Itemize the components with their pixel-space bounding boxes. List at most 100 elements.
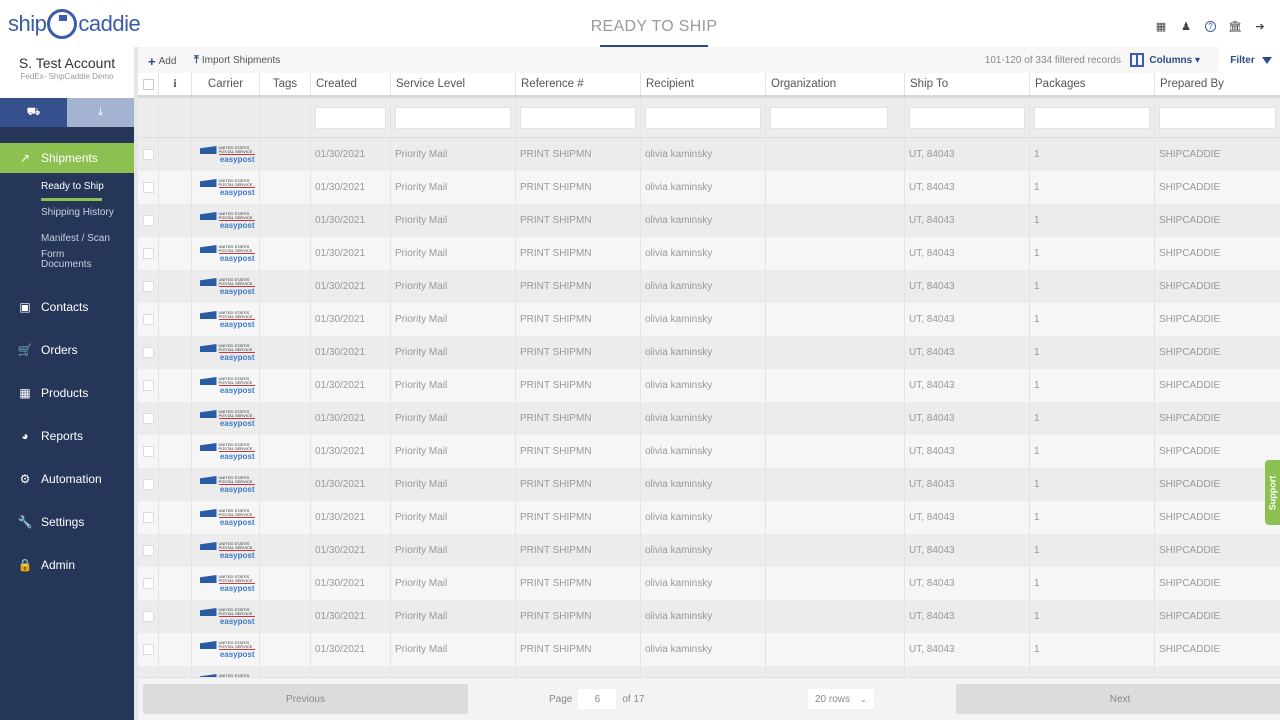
sidebar-item-reports[interactable]: ◕ Reports [0, 414, 134, 457]
usps-easypost-logo: UNITED STATESPOSTAL SERVICE easypost [197, 541, 255, 560]
row-checkbox[interactable] [142, 512, 154, 523]
sidebar-item-contacts[interactable]: ▣ Contacts [0, 285, 134, 328]
add-button[interactable]: + Add [148, 54, 176, 69]
table-row[interactable]: UNITED STATESPOSTAL SERVICE easypost 01/… [138, 435, 1280, 468]
help-icon[interactable]: ? [1205, 20, 1216, 32]
recipient-cell: olivia kaminsky [641, 336, 766, 369]
calculator-icon[interactable]: ▦ [1155, 20, 1167, 33]
filter-created-input[interactable] [315, 106, 386, 129]
table-row[interactable]: UNITED STATESPOSTAL SERVICE easypost 01/… [138, 336, 1280, 369]
row-checkbox[interactable] [142, 446, 154, 457]
created-cell: 01/30/2021 [311, 600, 391, 633]
submenu-ready-to-ship[interactable]: Ready to Ship [41, 179, 134, 205]
filter-button[interactable]: Filter [1218, 47, 1280, 73]
reference-cell: PRINT SHIPMN [516, 270, 641, 303]
usps-eagle-icon [199, 641, 217, 649]
header-prepared-by[interactable]: Prepared By [1155, 73, 1280, 95]
table-row[interactable]: UNITED STATESPOSTAL SERVICE easypost 01/… [138, 600, 1280, 633]
user-icon[interactable]: ♟ [1180, 20, 1192, 33]
table-row[interactable]: UNITED STATESPOSTAL SERVICE easypost 01/… [138, 171, 1280, 204]
table-row[interactable]: UNITED STATESPOSTAL SERVICE easypost 01/… [138, 534, 1280, 567]
row-checkbox[interactable] [142, 413, 154, 424]
support-label: Support [1267, 475, 1278, 510]
table-row[interactable]: UNITED STATESPOSTAL SERVICE easypost 01/… [138, 369, 1280, 402]
row-checkbox[interactable] [142, 182, 154, 193]
header-organization[interactable]: Organization [766, 73, 905, 95]
page-title: READY TO SHIP [590, 18, 718, 35]
select-all-checkbox[interactable] [142, 78, 154, 90]
row-info-cell [159, 171, 192, 204]
table-row[interactable]: UNITED STATESPOSTAL SERVICE easypost 01/… [138, 633, 1280, 666]
page-number-input[interactable]: 6 [578, 689, 617, 709]
tags-cell [260, 402, 311, 435]
bank-icon[interactable]: 🏛 [1228, 20, 1242, 33]
logout-icon[interactable]: ➔ [1254, 20, 1266, 33]
filter-recipient-input[interactable] [645, 106, 761, 129]
table-row[interactable]: UNITED STATESPOSTAL SERVICE easypost 01/… [138, 501, 1280, 534]
sidebar-item-automation[interactable]: ⚙ Automation [0, 457, 134, 500]
row-checkbox[interactable] [142, 314, 154, 325]
header-info[interactable]: i [159, 73, 192, 95]
table-row[interactable]: UNITED STATESPOSTAL SERVICE easypost 01/… [138, 468, 1280, 501]
support-tab[interactable]: Support [1265, 460, 1280, 525]
reference-cell: PRINT SHIPMN [516, 567, 641, 600]
prepared-by-cell: SHIPCADDIE [1159, 611, 1221, 622]
columns-button[interactable]: Columns ▾ [1130, 53, 1200, 67]
submenu-shipping-history[interactable]: Shipping History [41, 205, 134, 231]
table-row[interactable]: UNITED STATESPOSTAL SERVICE easypost 01/… [138, 567, 1280, 600]
header-tags[interactable]: Tags [260, 73, 311, 95]
header-carrier[interactable]: Carrier [192, 73, 260, 95]
header-service-level[interactable]: Service Level [391, 73, 516, 95]
table-row[interactable]: UNITED STATESPOSTAL SERVICE easypost 01/… [138, 303, 1280, 336]
header-select-all[interactable] [138, 73, 159, 95]
service-level-cell: Priority Mail [391, 435, 516, 468]
sidebar-tab-shipping[interactable]: ⛟ [0, 98, 67, 127]
table-row[interactable]: UNITED STATESPOSTAL SERVICE easypost 01/… [138, 402, 1280, 435]
submenu-manifest-scan-form[interactable]: Manifest / Scan Form [41, 231, 134, 260]
row-checkbox[interactable] [142, 149, 154, 160]
sidebar-tab-download[interactable]: ⤓ [67, 98, 134, 127]
filter-organization-input[interactable] [770, 106, 888, 129]
created-cell: 01/30/2021 [311, 633, 391, 666]
sidebar-item-products[interactable]: ▦ Products [0, 371, 134, 414]
row-checkbox[interactable] [142, 611, 154, 622]
sidebar-item-orders[interactable]: 🛒 Orders [0, 328, 134, 371]
row-checkbox[interactable] [142, 380, 154, 391]
previous-button[interactable]: Previous [143, 684, 468, 714]
table-row[interactable]: UNITED STATESPOSTAL SERVICE easypost 01/… [138, 204, 1280, 237]
table-row[interactable]: UNITED STATESPOSTAL SERVICE easypost 01/… [138, 138, 1280, 171]
table-row[interactable]: UNITED STATESPOSTAL SERVICE easypost 01/… [138, 237, 1280, 270]
import-shipments-button[interactable]: ⤒ Import Shipments [194, 54, 280, 67]
row-checkbox[interactable] [142, 215, 154, 226]
row-checkbox[interactable] [142, 479, 154, 490]
filter-packages-input[interactable] [1034, 106, 1150, 129]
shipcaddie-logo[interactable]: ship caddie [8, 8, 141, 40]
row-checkbox[interactable] [142, 644, 154, 655]
header-ship-to[interactable]: Ship To [905, 73, 1030, 95]
sidebar-item-settings[interactable]: 🔧 Settings [0, 500, 134, 543]
filter-reference-input[interactable] [520, 106, 636, 129]
row-checkbox[interactable] [142, 248, 154, 259]
header-reference[interactable]: Reference # [516, 73, 641, 95]
header-created[interactable]: Created [311, 73, 391, 95]
filter-prepared-by-input[interactable] [1159, 106, 1276, 129]
sidebar-item-admin[interactable]: 🔒 Admin [0, 543, 134, 586]
next-button[interactable]: Next [956, 684, 1280, 714]
row-checkbox[interactable] [142, 578, 154, 589]
row-info-cell [159, 633, 192, 666]
sidebar-item-shipments[interactable]: ↗ Shipments [0, 143, 134, 173]
prepared-by-cell: SHIPCADDIE [1159, 479, 1221, 490]
filter-service-level-input[interactable] [395, 106, 511, 129]
row-checkbox[interactable] [142, 281, 154, 292]
ship-to-cell: UT, 84043 [905, 468, 1030, 501]
submenu-documents[interactable]: Documents [41, 257, 134, 283]
table-row[interactable]: UNITED STATESPOSTAL SERVICE easypost 01/… [138, 270, 1280, 303]
rows-per-page-select[interactable]: 20 rows ⌄ [808, 689, 874, 709]
row-checkbox[interactable] [142, 545, 154, 556]
row-checkbox[interactable] [142, 347, 154, 358]
header-recipient[interactable]: Recipient [641, 73, 766, 95]
usps-eagle-icon [199, 608, 217, 616]
filter-ship-to-input[interactable] [909, 106, 1025, 129]
header-packages[interactable]: Packages [1030, 73, 1155, 95]
reference-cell: PRINT SHIPMN [516, 171, 641, 204]
